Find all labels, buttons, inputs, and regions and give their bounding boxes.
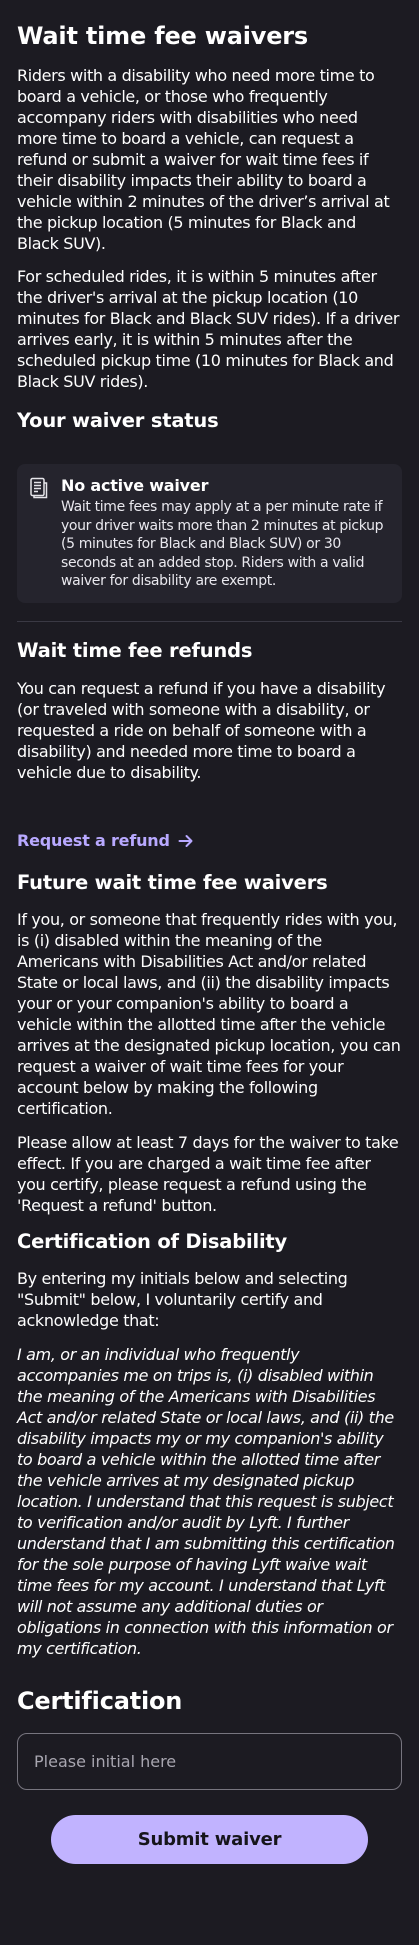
certification-intro: By entering my initials below and select… [17,1268,348,1330]
scheduled-rides-paragraph: For scheduled rides, it is within 5 minu… [17,267,400,391]
section-divider [17,620,402,622]
waiver-status-heading: Your waiver status [17,409,219,432]
initials-input[interactable] [17,1732,402,1790]
certification-of-disability-heading: Certification of Disability [17,1229,288,1253]
waiver-status-body: No active waiver Wait time fees may appl… [61,476,392,591]
document-icon [30,477,48,499]
future-waivers-heading: Future wait time fee waivers [17,870,328,894]
submit-waiver-button[interactable]: Submit waiver [51,1814,368,1864]
future-waivers-paragraph: If you, or someone that frequently rides… [17,909,401,1118]
arrow-right-icon [178,834,193,847]
waiver-status-card: No active waiver Wait time fees may appl… [17,464,402,603]
waiver-status-description: Wait time fees may apply at a per minute… [61,499,384,589]
allow-days-paragraph: Please allow at least 7 days for the wai… [17,1132,399,1215]
refunds-heading: Wait time fee refunds [17,638,253,662]
waiver-status-title: No active waiver [61,476,209,495]
request-refund-label: Request a refund [17,830,170,850]
intro-paragraph: Riders with a disability who need more t… [17,66,390,253]
refunds-text: You can request a refund if you have a d… [17,678,386,782]
page-title: Wait time fee waivers [17,22,308,50]
submit-wrap: Submit waiver [17,1814,402,1864]
certification-statement: I am, or an individual who frequently ac… [17,1344,395,1658]
certification-heading: Certification [17,1686,183,1715]
page: Wait time fee waivers Riders with a disa… [0,0,419,1864]
request-refund-link[interactable]: Request a refund [17,830,194,852]
